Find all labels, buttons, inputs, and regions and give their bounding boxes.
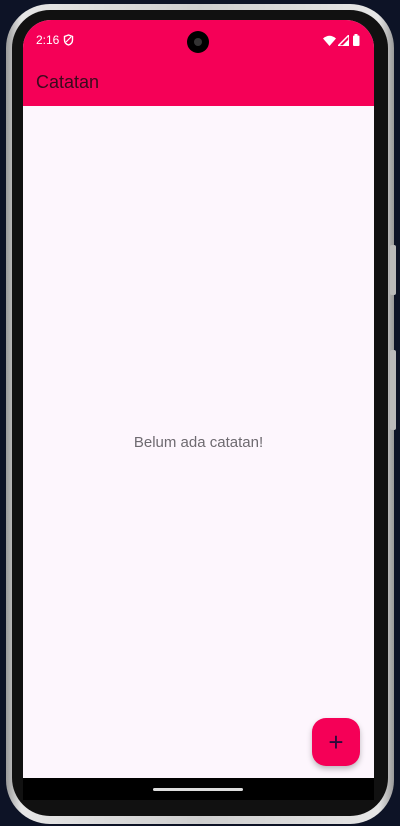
- add-note-button[interactable]: +: [312, 718, 360, 766]
- volume-button: [390, 245, 396, 295]
- status-time: 2:16: [36, 33, 60, 47]
- plus-icon: +: [328, 726, 344, 757]
- power-button: [390, 350, 396, 430]
- camera-cutout: [187, 31, 209, 53]
- gesture-handle[interactable]: [153, 788, 243, 791]
- navigation-bar: [23, 778, 374, 800]
- empty-state-message: Belum ada catatan!: [133, 434, 264, 451]
- wifi-icon: [323, 35, 336, 46]
- app-bar: 2:16 Catatan: [23, 20, 374, 106]
- page-title: Catatan: [36, 72, 100, 92]
- shield-icon: [64, 34, 74, 46]
- screen: 2:16 Catatan Belum ada catatan! +: [23, 20, 374, 800]
- signal-icon: [338, 34, 349, 46]
- battery-icon: [353, 34, 360, 46]
